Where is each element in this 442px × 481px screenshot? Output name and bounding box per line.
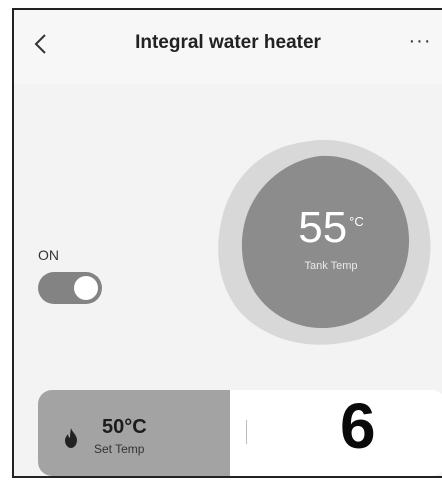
more-horizontal-icon[interactable]: ···: [406, 31, 434, 51]
tank-temp-unit: °C: [349, 214, 364, 229]
page-title: Integral water heater: [135, 32, 321, 53]
figure-number-annotation: 6: [340, 390, 376, 462]
power-toggle[interactable]: [38, 272, 102, 304]
app-header: Integral water heater ···: [14, 10, 442, 84]
flame-icon: [65, 428, 77, 448]
power-state-label: ON: [38, 247, 59, 263]
set-temp-value: 50°C: [102, 416, 147, 438]
tank-temp-label: Tank Temp: [304, 260, 358, 272]
tank-temp-value: 55: [298, 203, 348, 252]
set-temp-slider[interactable]: 50°C Set Temp: [38, 390, 442, 476]
app-screen: Integral water heater ··· 55 °C Tank Tem…: [12, 8, 442, 478]
set-temp-label: Set Temp: [94, 442, 145, 456]
toggle-knob: [74, 276, 98, 300]
tank-temp-readout: 55 °C Tank Temp: [276, 203, 386, 273]
slider-handle[interactable]: [246, 420, 247, 444]
